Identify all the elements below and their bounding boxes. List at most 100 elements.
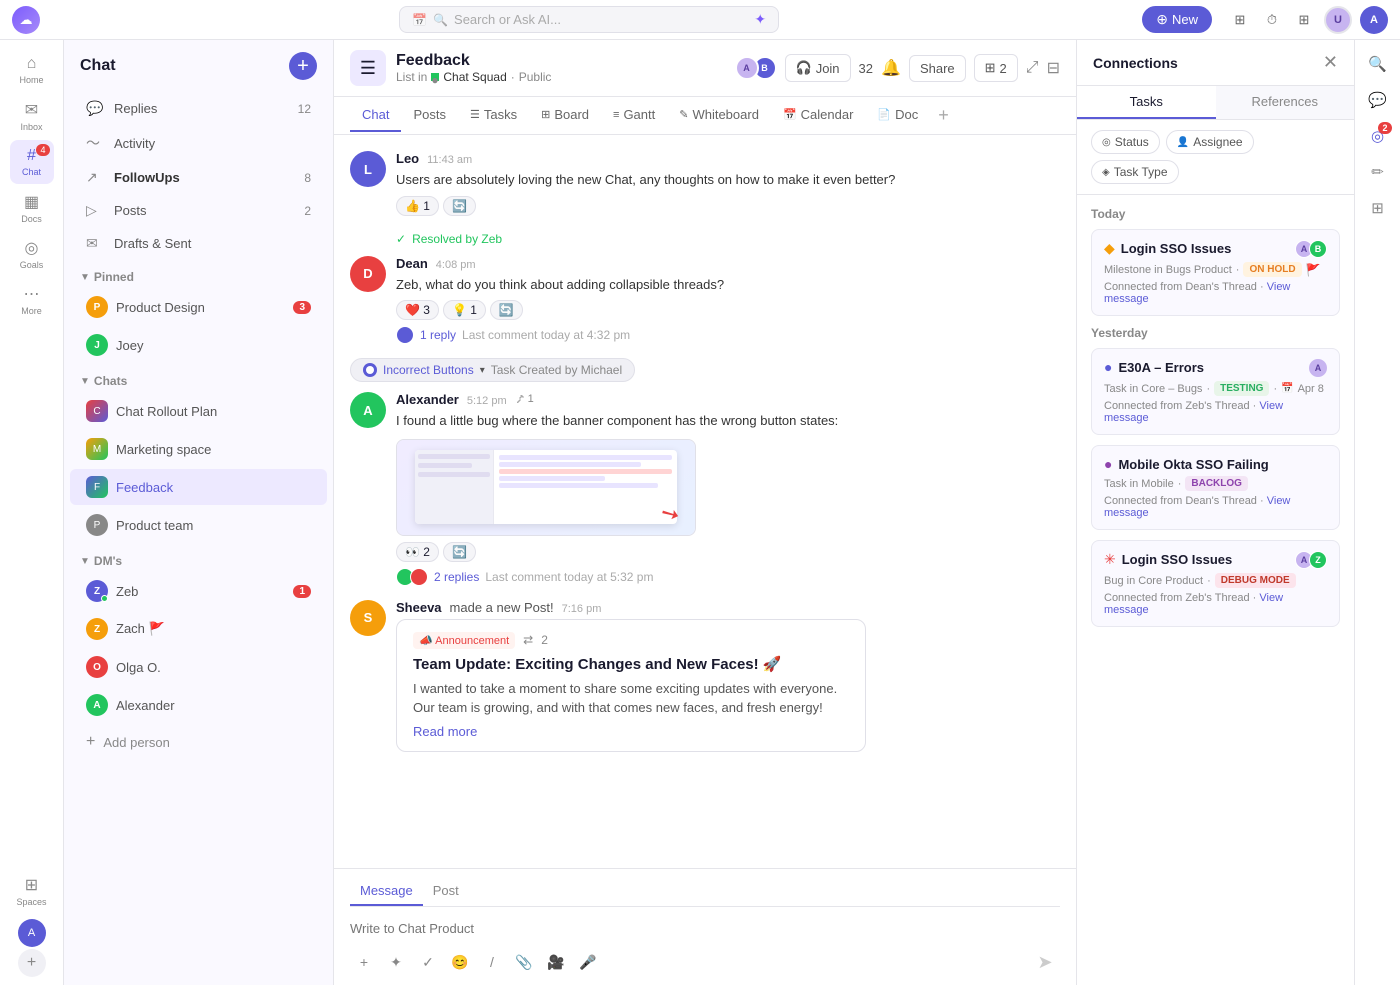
marketing-label: Marketing space <box>116 442 311 457</box>
reaction-add[interactable]: 🔄 <box>443 196 476 216</box>
filter-status[interactable]: ◎ Status <box>1091 130 1160 154</box>
search-bar[interactable]: 📅 🔍 Search or Ask AI... ✦ <box>399 6 779 33</box>
message-input[interactable] <box>350 913 1060 943</box>
activity-icon: 〜 <box>86 133 106 153</box>
status-filter-icon: ◎ <box>1102 137 1111 148</box>
tab-posts[interactable]: Posts <box>401 99 458 132</box>
sidebar-item-activity[interactable]: 〜 Activity <box>70 126 327 160</box>
mic-icon[interactable]: 🎤 <box>574 948 602 976</box>
login-sso2-icon: ✳ <box>1104 551 1116 568</box>
add-member-button[interactable]: + <box>18 949 46 977</box>
sidebar-item-product-design[interactable]: P Product Design 3 <box>70 289 327 325</box>
reaction-cycle[interactable]: 🔄 <box>490 300 523 320</box>
right-bar-pen[interactable]: ✏ <box>1362 156 1394 188</box>
read-more-link[interactable]: Read more <box>413 724 849 739</box>
dms-section-header[interactable]: ▼ DM's <box>64 544 333 572</box>
slash-icon[interactable]: / <box>478 948 506 976</box>
sidebar-item-chat[interactable]: # Chat 4 <box>10 140 54 184</box>
sidebar-item-zach[interactable]: Z Zach 🚩 <box>70 611 327 647</box>
emoji-icon[interactable]: 😊 <box>446 948 474 976</box>
last-comment-2: Last comment today at 5:32 pm <box>485 570 653 584</box>
paperclip-icon[interactable]: 📎 <box>510 948 538 976</box>
app-logo[interactable]: ☁ <box>12 6 40 34</box>
sync-icon: ⇄ <box>523 633 533 647</box>
message-replies-2[interactable]: 2 replies Last comment today at 5:32 pm <box>396 568 1060 586</box>
grid-icon[interactable]: ⊞ <box>1228 8 1252 32</box>
sidebar-item-followups[interactable]: ↗ FollowUps 8 <box>70 162 327 193</box>
reaction-bulb[interactable]: 💡 1 <box>443 300 486 320</box>
tab-add-button[interactable]: + <box>930 97 957 134</box>
emoji-check-icon[interactable]: ✓ <box>414 948 442 976</box>
chats-section-header[interactable]: ▼ Chats <box>64 364 333 392</box>
message-row: D Dean 4:08 pm Zeb, what do you think ab… <box>350 256 1060 345</box>
sidebar-item-feedback[interactable]: F Feedback <box>70 469 327 505</box>
user-avatar-main[interactable]: A <box>1360 6 1388 34</box>
join-button[interactable]: 🎧 Join <box>785 54 851 82</box>
filter-assignee[interactable]: 👤 Assignee <box>1166 130 1254 154</box>
message-content: Leo 11:43 am Users are absolutely loving… <box>396 151 1060 216</box>
debug-badge: DEBUG MODE <box>1215 573 1296 588</box>
tab-board[interactable]: ⊞ Board <box>529 99 601 132</box>
video-icon[interactable]: 🎥 <box>542 948 570 976</box>
sidebar-item-drafts[interactable]: ✉ Drafts & Sent <box>70 228 327 259</box>
right-bar-color-grid[interactable]: ⊞ <box>1362 192 1394 224</box>
sidebar-item-olga[interactable]: O Olga O. <box>70 649 327 685</box>
sidebar-item-zeb[interactable]: Z Zeb 1 <box>70 573 327 609</box>
right-bar-chat[interactable]: 💬 <box>1362 84 1394 116</box>
tab-doc[interactable]: 📄 Doc <box>865 99 930 132</box>
chat-badge: 4 <box>36 144 49 156</box>
pin-indicator: 1 <box>515 393 534 405</box>
sidebar-item-posts[interactable]: ▷ Posts 2 <box>70 195 327 226</box>
right-bar-activity[interactable]: ◎ 2 <box>1362 120 1394 152</box>
sidebar-item-docs[interactable]: ▦ Docs <box>10 186 54 230</box>
sidebar-item-marketing[interactable]: M Marketing space <box>70 431 327 467</box>
sidebar-item-inbox[interactable]: ✉ Inbox <box>10 94 54 138</box>
task-chip[interactable]: Incorrect Buttons ▾ Task Created by Mich… <box>350 358 635 382</box>
share-button[interactable]: Share <box>909 55 966 82</box>
input-tab-post[interactable]: Post <box>423 877 469 906</box>
send-button[interactable]: ➤ <box>1030 947 1060 977</box>
new-button[interactable]: ⊕ New <box>1142 6 1212 33</box>
tab-whiteboard[interactable]: ✎ Whiteboard <box>667 99 771 132</box>
sidebar-item-replies[interactable]: 💬 Replies 12 <box>70 93 327 124</box>
tab-tasks[interactable]: ☰ Tasks <box>458 99 529 132</box>
message-time: 11:43 am <box>427 154 472 166</box>
reaction-eyes[interactable]: 👀 2 <box>396 542 439 562</box>
tab-chat[interactable]: Chat <box>350 99 401 132</box>
sidebar-item-goals[interactable]: ◎ Goals <box>10 232 54 276</box>
reaction-cycle2[interactable]: 🔄 <box>443 542 476 562</box>
user-avatar-small[interactable]: U <box>1324 6 1352 34</box>
pinned-section-header[interactable]: ▼ Pinned <box>64 260 333 288</box>
connections-close-icon[interactable]: ✕ <box>1323 52 1338 73</box>
layout-icon[interactable]: ⊟ <box>1047 58 1060 78</box>
right-bar-search[interactable]: 🔍 <box>1362 48 1394 80</box>
add-person-button[interactable]: + Add person <box>70 726 327 758</box>
sidebar-item-chat-rollout[interactable]: C Chat Rollout Plan <box>70 393 327 429</box>
timer-icon[interactable]: ⏱ <box>1260 8 1284 32</box>
apps-icon[interactable]: ⊞ <box>1292 8 1316 32</box>
reaction-heart[interactable]: ❤️ 3 <box>396 300 439 320</box>
sidebar-item-home[interactable]: ⌂ Home <box>10 48 54 92</box>
tab-gantt[interactable]: ≡ Gantt <box>601 99 667 132</box>
input-tab-message[interactable]: Message <box>350 877 423 906</box>
chat-add-button[interactable]: + <box>289 52 317 80</box>
mention-icon[interactable]: ✦ <box>382 948 410 976</box>
conn-tab-references[interactable]: References <box>1216 86 1355 119</box>
user-profile-button[interactable]: A <box>18 919 46 947</box>
chat-rollout-icon: C <box>86 400 108 422</box>
tab-calendar[interactable]: 📅 Calendar <box>771 99 865 132</box>
sidebar-item-product-team[interactable]: P Product team <box>70 507 327 543</box>
conn-tab-tasks[interactable]: Tasks <box>1077 86 1216 119</box>
message-replies[interactable]: 1 reply Last comment today at 4:32 pm <box>396 326 1060 344</box>
reaction-thumbs[interactable]: 👍 1 <box>396 196 439 216</box>
connections-button[interactable]: ⊞ 2 <box>974 54 1018 82</box>
sidebar-item-spaces[interactable]: ⊞ Spaces <box>10 869 54 913</box>
filter-task-type[interactable]: ◈ Task Type <box>1091 160 1179 184</box>
bell-icon[interactable]: 🔔 <box>881 58 901 78</box>
attach-icon[interactable]: + <box>350 948 378 976</box>
sidebar-item-alexander[interactable]: A Alexander <box>70 687 327 723</box>
expand-icon[interactable]: ⤢ <box>1026 59 1039 77</box>
docs-icon: ▦ <box>24 192 39 212</box>
sidebar-item-joey[interactable]: J Joey <box>70 327 327 363</box>
sidebar-item-more[interactable]: ⋯ More <box>10 278 54 322</box>
